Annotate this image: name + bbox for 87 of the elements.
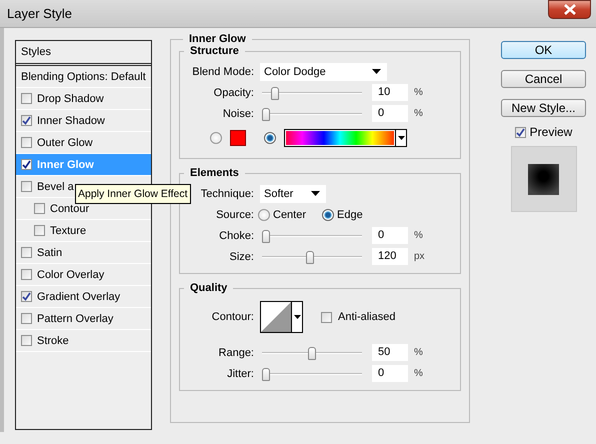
checkbox[interactable]: [21, 291, 32, 302]
value-field[interactable]: 0: [372, 227, 408, 244]
caret-icon: [398, 136, 404, 140]
field-label: Opacity:: [214, 86, 254, 98]
style-item[interactable]: Stroke: [16, 330, 151, 352]
contour-picker[interactable]: [260, 301, 303, 333]
dropdown[interactable]: Softer: [260, 184, 326, 202]
checkbox[interactable]: [21, 269, 32, 280]
gradient-picker[interactable]: [284, 129, 407, 147]
unit-label: %: [414, 87, 423, 98]
unit-label: %: [414, 108, 423, 119]
radio-button[interactable]: [210, 132, 222, 144]
value-field[interactable]: 0: [372, 365, 408, 382]
unit-label: %: [414, 368, 423, 379]
slider-thumb[interactable]: [271, 86, 280, 100]
field-label: Size:: [230, 250, 254, 262]
section-title: Quality: [189, 282, 228, 294]
section-title: Structure: [189, 45, 240, 57]
value-field[interactable]: 120: [372, 248, 408, 265]
slider[interactable]: [262, 108, 362, 120]
slider[interactable]: [262, 230, 362, 242]
style-item[interactable]: Gradient Overlay: [16, 286, 151, 308]
slider[interactable]: [262, 250, 362, 262]
style-item[interactable]: Blending Options: Default: [16, 66, 151, 88]
checkbox[interactable]: [21, 335, 32, 346]
dialog-button[interactable]: New Style...: [501, 99, 586, 117]
slider[interactable]: [262, 86, 362, 98]
checkbox-label: Preview: [530, 125, 572, 139]
field-label: Blend Mode:: [192, 66, 254, 78]
checkbox[interactable]: [21, 159, 32, 170]
checkbox[interactable]: [21, 93, 32, 104]
slider-thumb[interactable]: [308, 346, 316, 360]
caret-icon: [372, 69, 381, 74]
field-label: Technique:: [200, 188, 254, 200]
dialog-button[interactable]: Cancel: [501, 70, 586, 88]
checkbox[interactable]: [21, 313, 32, 324]
value-field[interactable]: 0: [372, 105, 408, 122]
style-item[interactable]: Drop Shadow: [16, 88, 151, 110]
field-label: Noise:: [222, 108, 254, 120]
slider-thumb[interactable]: [262, 108, 270, 120]
tooltip: Apply Inner Glow Effect: [75, 184, 191, 204]
dialog-button[interactable]: OK: [501, 41, 586, 59]
style-item[interactable]: Pattern Overlay: [16, 308, 151, 330]
radio-button[interactable]: [264, 132, 276, 144]
checkbox[interactable]: [21, 181, 32, 192]
preview-thumbnail: [510, 146, 576, 212]
slider-thumb[interactable]: [306, 250, 314, 264]
unit-label: %: [414, 230, 423, 241]
unit-label: %: [414, 347, 423, 358]
window-title: Layer Style: [7, 6, 72, 21]
field-label: Range:: [218, 346, 254, 358]
field-label: Source:: [216, 208, 254, 220]
unit-label: px: [414, 251, 425, 262]
color-swatch[interactable]: [230, 130, 246, 146]
dropdown[interactable]: Color Dodge: [260, 62, 387, 80]
field-label: Choke:: [219, 230, 254, 242]
value-field[interactable]: 10: [372, 84, 408, 101]
close-button[interactable]: [548, 0, 591, 19]
slider-thumb[interactable]: [262, 368, 270, 380]
field-label: Contour:: [212, 311, 254, 323]
slider-thumb[interactable]: [262, 230, 270, 242]
field-label: Jitter:: [227, 368, 254, 380]
checkbox[interactable]: [21, 247, 32, 258]
checkbox[interactable]: [321, 312, 332, 322]
styles-header[interactable]: Styles: [16, 41, 151, 66]
radio-button[interactable]: [322, 208, 334, 220]
checkbox-label: Anti-aliased: [338, 311, 396, 323]
radio-label: Edge: [337, 208, 363, 220]
caret-icon: [311, 191, 320, 196]
caret-icon: [294, 315, 300, 319]
style-item[interactable]: Color Overlay: [16, 264, 151, 286]
slider[interactable]: [262, 346, 362, 358]
close-icon: [562, 4, 576, 15]
radio-label: Center: [273, 208, 306, 220]
checkbox[interactable]: [34, 225, 45, 236]
checkbox[interactable]: [21, 115, 32, 126]
value-field[interactable]: 50: [372, 344, 408, 361]
checkbox[interactable]: [514, 126, 526, 138]
group-title: Inner Glow: [188, 33, 247, 45]
style-item[interactable]: Satin: [16, 242, 151, 264]
section-title: Elements: [189, 167, 240, 179]
radio-button[interactable]: [258, 208, 270, 220]
slider[interactable]: [262, 368, 362, 380]
style-item[interactable]: Inner Shadow: [16, 110, 151, 132]
checkbox[interactable]: [34, 203, 45, 214]
style-item[interactable]: Texture: [16, 220, 151, 242]
checkbox[interactable]: [21, 137, 32, 148]
